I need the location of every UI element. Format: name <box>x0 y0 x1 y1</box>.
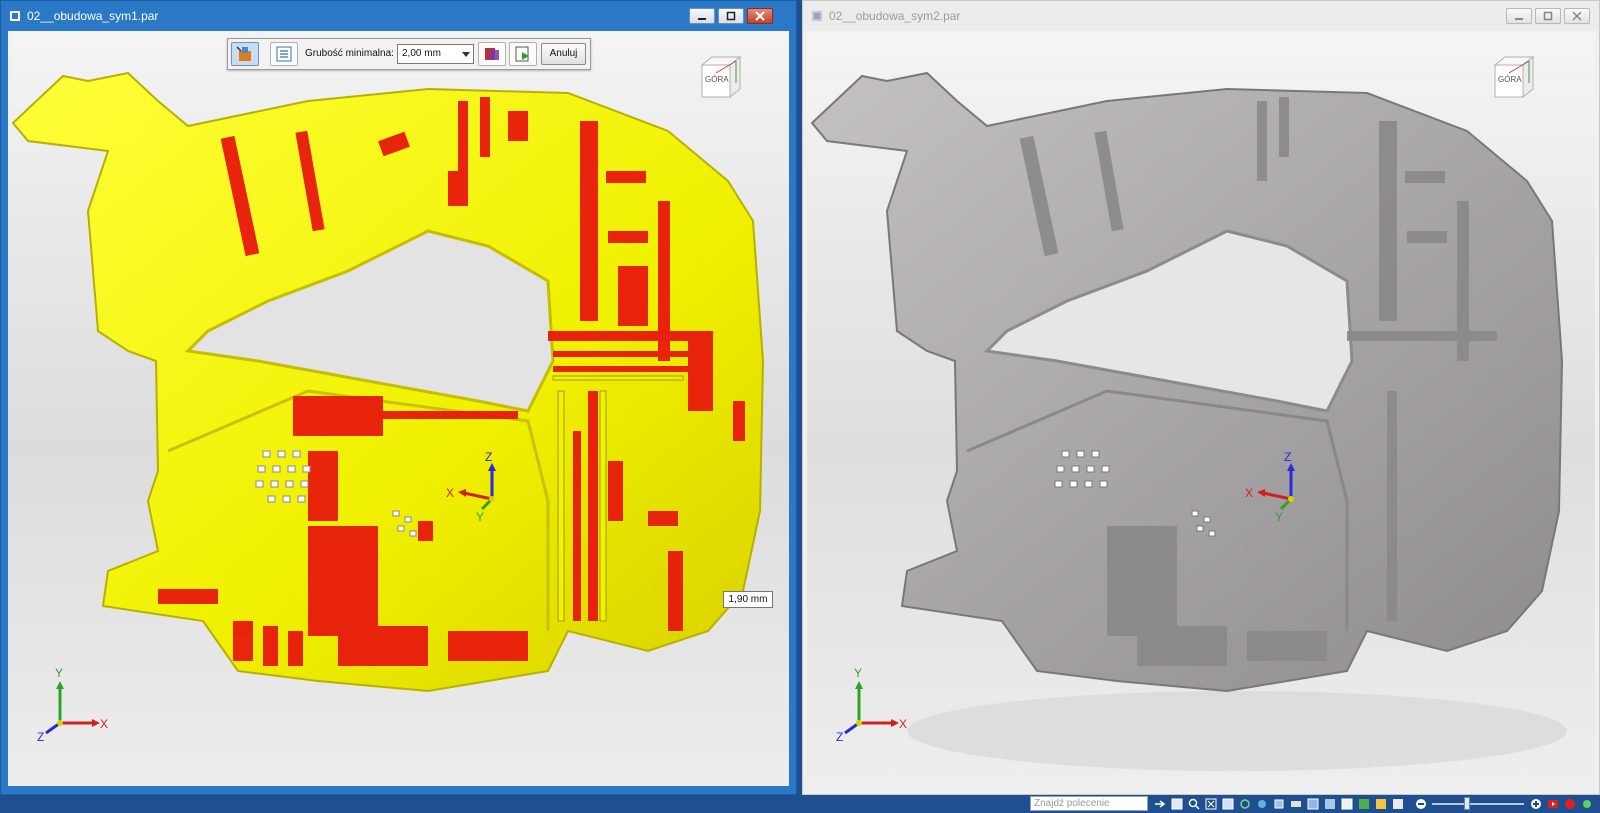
shaded-edges-icon[interactable] <box>1323 797 1336 810</box>
global-z-axis-label: Z <box>37 730 44 744</box>
status-bar: Znajdź polecenie <box>0 795 1600 813</box>
min-thickness-label: Grubość minimalna: <box>305 48 394 59</box>
status-indicator-icon <box>1580 797 1593 810</box>
maximize-icon <box>726 11 736 21</box>
minimize-icon <box>698 18 706 20</box>
global-x-axis-label: X <box>899 717 907 731</box>
left-document-window[interactable]: 02__obudowa_sym1.par Grubość minimalna: … <box>0 0 797 795</box>
global-axis-triad: Y X Z <box>836 666 907 744</box>
thickness-mode-icon <box>236 46 251 61</box>
x-axis-label: X <box>1245 486 1253 500</box>
global-y-axis-label: Y <box>854 666 862 680</box>
layers-icon[interactable] <box>1391 797 1404 810</box>
command-search-input[interactable]: Znajdź polecenie <box>1030 796 1148 811</box>
global-x-axis-label: X <box>100 717 108 731</box>
analyze-icon <box>485 48 499 60</box>
close-button[interactable] <box>1564 8 1590 24</box>
arrow-right-icon[interactable] <box>1153 797 1166 810</box>
grey-shaded-model <box>810 71 1567 771</box>
view-cube-label: GÓRA <box>1498 75 1522 84</box>
view-cube[interactable]: GÓRA <box>1489 53 1537 101</box>
min-thickness-select[interactable]: 2,00 mm <box>397 44 474 64</box>
list-options-icon <box>276 46 292 62</box>
accept-button[interactable] <box>509 42 537 66</box>
spin-icon[interactable] <box>1255 797 1268 810</box>
display-options-icon[interactable] <box>1374 797 1387 810</box>
video-icon[interactable] <box>1546 797 1559 810</box>
model-origin-triad: Z X Y <box>446 451 496 524</box>
right-window-controls <box>1506 8 1590 26</box>
pan-icon[interactable] <box>1221 797 1234 810</box>
model-origin-triad: Z X Y <box>1245 451 1295 524</box>
zoom-in-icon[interactable] <box>1529 797 1542 810</box>
view-cube-label: GÓRA <box>705 75 729 84</box>
global-z-axis-label: Z <box>836 730 843 744</box>
zoom-area-icon[interactable] <box>1204 797 1217 810</box>
minimize-button[interactable] <box>1506 8 1532 24</box>
x-axis-label: X <box>446 486 454 500</box>
part-file-icon <box>10 11 20 21</box>
chevron-down-icon <box>462 52 470 57</box>
close-icon <box>755 11 765 21</box>
rotate-icon[interactable] <box>1238 797 1251 810</box>
zoom-slider-track[interactable] <box>1432 803 1524 805</box>
min-thickness-value: 2,00 mm <box>402 48 441 59</box>
thickness-mode-button[interactable] <box>231 42 259 66</box>
right-3d-viewport[interactable]: GÓRA Z X Y Y X Z <box>807 31 1595 790</box>
shading-icon[interactable] <box>1306 797 1319 810</box>
z-axis-label: Z <box>485 451 492 464</box>
maximize-button[interactable] <box>1535 8 1561 24</box>
stop-icon[interactable] <box>1563 797 1576 810</box>
close-icon <box>1572 11 1582 21</box>
yellow-thickness-model <box>11 71 765 693</box>
zoom-icon[interactable] <box>1187 797 1200 810</box>
close-button[interactable] <box>747 8 773 24</box>
section-view-icon[interactable] <box>1357 797 1370 810</box>
left-window-title: 02__obudowa_sym1.par <box>27 9 159 23</box>
right-document-window[interactable]: 02__obudowa_sym2.par GÓRA Z X Y Y X Z <box>802 0 1600 795</box>
zoom-slider-handle[interactable] <box>1464 797 1470 810</box>
global-y-axis-label: Y <box>55 666 63 680</box>
cancel-button[interactable]: Anuluj <box>541 43 586 65</box>
fit-view-icon[interactable] <box>1170 797 1183 810</box>
thickness-check-toolbar: Grubość minimalna: 2,00 mm Anuluj <box>227 38 591 70</box>
minimize-icon <box>1515 18 1523 20</box>
zoom-out-icon[interactable] <box>1414 797 1427 810</box>
right-window-title: 02__obudowa_sym2.par <box>829 9 961 23</box>
left-window-controls <box>689 8 773 26</box>
maximize-button[interactable] <box>718 8 744 24</box>
maximize-icon <box>1543 11 1553 21</box>
left-titlebar[interactable]: 02__obudowa_sym1.par <box>1 1 796 31</box>
view-style-icon[interactable] <box>1340 797 1353 810</box>
sketch-view-icon[interactable] <box>1289 797 1302 810</box>
view-cube[interactable]: GÓRA <box>696 53 744 101</box>
view-orient-icon[interactable] <box>1272 797 1285 810</box>
thickness-tooltip: 1,90 mm <box>723 591 773 608</box>
play-accept-icon <box>515 46 529 62</box>
minimize-button[interactable] <box>689 8 715 24</box>
part-file-icon <box>812 11 822 21</box>
global-axis-triad: Y X Z <box>37 666 108 744</box>
y-axis-label: Y <box>476 510 484 524</box>
y-axis-label: Y <box>1275 510 1283 524</box>
analyze-button[interactable] <box>478 42 506 66</box>
left-3d-viewport[interactable]: Grubość minimalna: 2,00 mm Anuluj GÓRA Z… <box>8 31 789 786</box>
z-axis-label: Z <box>1284 451 1291 464</box>
options-list-button[interactable] <box>270 42 298 66</box>
right-titlebar[interactable]: 02__obudowa_sym2.par <box>803 1 1599 31</box>
